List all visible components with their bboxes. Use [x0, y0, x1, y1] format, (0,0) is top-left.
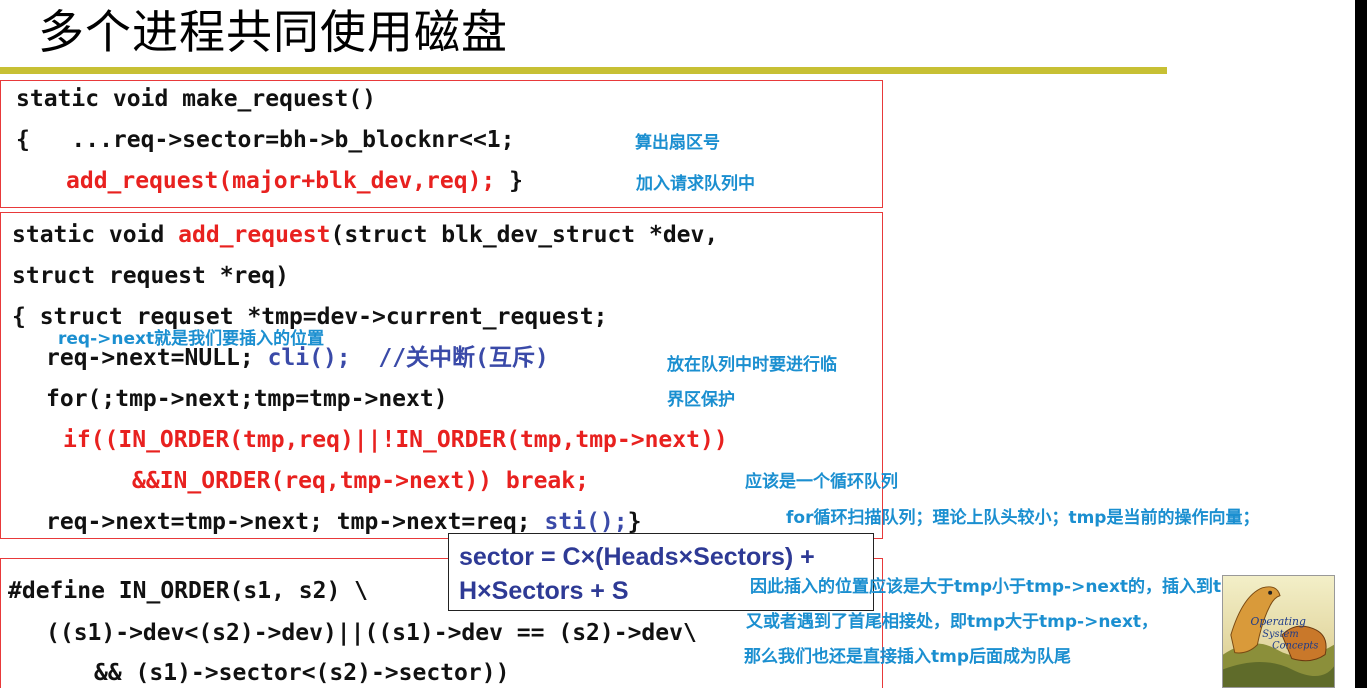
sector-formula-line: sector = C×(Heads×Sectors) + [459, 543, 815, 571]
code-comment: //关中断(互斥) [378, 345, 549, 371]
code-func-name: add_request [178, 222, 331, 248]
code-line: #define IN_ORDER(s1, s2) \ [8, 578, 369, 604]
code-line: { ...req->sector=bh->b_blocknr<<1; [16, 127, 515, 153]
book-title-text: Concepts [1272, 641, 1318, 652]
note-insert-1: 因此插入的位置应该是大于tmp小于tmp->next的，插入到tmp后面 [750, 577, 1286, 597]
code-text: req->next=tmp->next; tmp->next=req; [46, 509, 545, 535]
right-edge-bar [1355, 0, 1367, 688]
code-sti: sti(); [544, 509, 628, 535]
code-line: if((IN_ORDER(tmp,req)||!IN_ORDER(tmp,tmp… [63, 427, 728, 453]
book-title-text: System [1262, 629, 1298, 640]
note-critical-section-2: 界区保护 [667, 390, 735, 410]
code-line: add_request(major+blk_dev,req); } [66, 170, 523, 193]
code-add-request-call: add_request(major+blk_dev,req); [66, 168, 496, 194]
code-text: (struct blk_dev_struct *dev, [330, 222, 719, 248]
code-line: ((s1)->dev<(s2)->dev)||((s1)->dev == (s2… [46, 620, 697, 646]
code-line: { struct requset *tmp=dev->current_reque… [12, 304, 608, 330]
code-line: static void add_request(struct blk_dev_s… [12, 224, 718, 247]
code-line: req->next=tmp->next; tmp->next=req; sti(… [46, 511, 641, 534]
code-line: struct request *req) [12, 263, 289, 289]
note-insert-2: 又或者遇到了首尾相接处，即tmp大于tmp->next， [746, 612, 1159, 632]
note-add-queue: 加入请求队列中 [636, 174, 755, 194]
note-sector-number: 算出扇区号 [635, 133, 720, 153]
note-critical-section-1: 放在队列中时要进行临 [667, 355, 837, 375]
code-text: req->next=NULL; [46, 345, 268, 371]
code-line: static void make_request() [16, 86, 377, 112]
code-line: && (s1)->sector<(s2)->sector)) [94, 660, 510, 686]
slide-title: 多个进程共同使用磁盘 [38, 5, 508, 59]
title-divider [0, 67, 1167, 74]
code-line: &&IN_ORDER(req,tmp->next)) break; [132, 468, 589, 494]
code-brace: } [627, 509, 642, 535]
book-title-text: Operating [1251, 615, 1306, 628]
code-cli: cli(); [267, 345, 351, 371]
note-insert-3: 那么我们也还是直接插入tmp后面成为队尾 [744, 647, 1072, 667]
code-line: req->next=NULL; cli(); //关中断(互斥) [46, 347, 549, 370]
note-circular-queue: 应该是一个循环队列 [745, 472, 898, 492]
code-brace: } [495, 168, 523, 194]
code-line: for(;tmp->next;tmp=tmp->next) [46, 386, 448, 412]
code-text: static void [12, 222, 179, 248]
note-for-scan: for循环扫描队列；理论上队头较小；tmp是当前的操作向量； [786, 508, 1260, 528]
os-concepts-book-logo: Operating System Concepts [1222, 575, 1335, 688]
sector-formula-box: sector = C×(Heads×Sectors) + H×Sectors +… [448, 533, 874, 611]
